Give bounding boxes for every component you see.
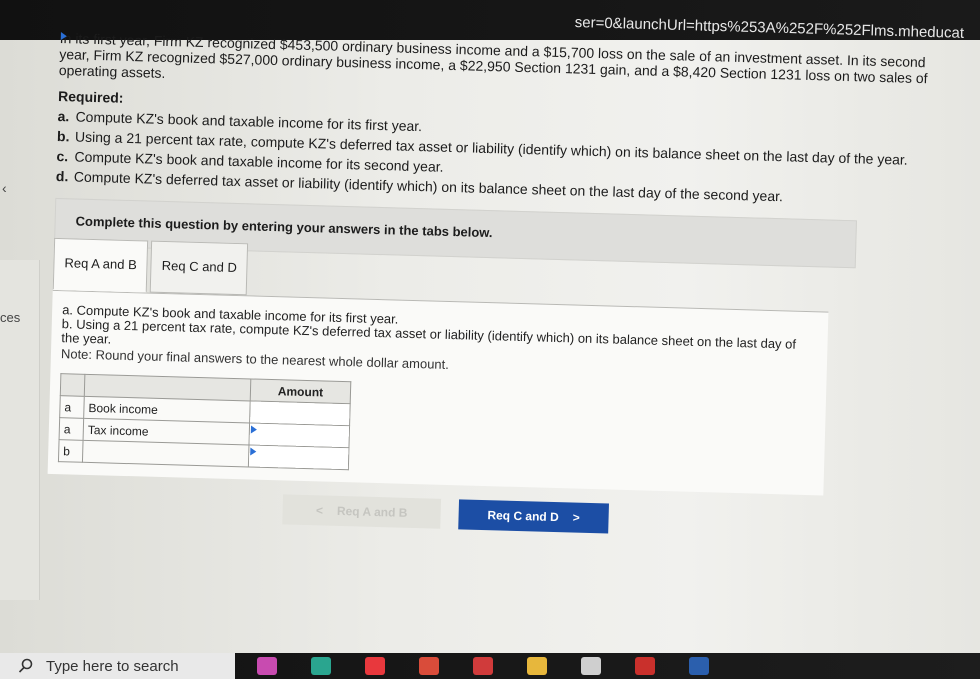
- chevron-left-icon: <: [315, 503, 324, 518]
- next-button-label: Req C and D: [487, 508, 559, 525]
- opera-icon[interactable]: [365, 657, 385, 675]
- file-explorer-icon[interactable]: [527, 657, 547, 675]
- header-amount: Amount: [250, 378, 351, 404]
- left-rail-label: ces: [0, 310, 21, 325]
- header-empty: [60, 373, 85, 397]
- instructions-text: Complete this question by entering your …: [75, 213, 493, 241]
- word-icon[interactable]: [689, 657, 709, 675]
- gmail-icon[interactable]: [473, 657, 493, 675]
- requirement-key: b.: [56, 127, 70, 145]
- next-button[interactable]: Req C and D >: [458, 499, 609, 534]
- flowers-icon[interactable]: [257, 657, 277, 675]
- requirement-key: d.: [55, 167, 69, 185]
- chevron-left-icon[interactable]: ‹: [2, 180, 7, 196]
- dropdown-flag-icon: [250, 447, 257, 456]
- acrobat-icon[interactable]: [635, 657, 655, 675]
- row-letter: a: [59, 395, 85, 419]
- url-text: ser=0&launchUrl=https%253A%252F%252Flms.…: [574, 14, 965, 40]
- search-icon: [18, 658, 33, 673]
- tab-req-a-and-b[interactable]: Req A and B: [52, 237, 149, 293]
- chrome-icon[interactable]: [419, 657, 439, 675]
- amount-input-book-income[interactable]: [249, 400, 351, 426]
- answer-table: Amount a Book income a Tax income b: [58, 32, 351, 470]
- row-letter: b: [58, 439, 84, 463]
- prev-button[interactable]: < Req A and B: [282, 494, 442, 529]
- nav-row: < Req A and B Req C and D >: [282, 494, 947, 543]
- requirement-key: a.: [57, 107, 70, 125]
- deferred-tax-select[interactable]: [60, 32, 249, 467]
- taskbar-icons: [235, 657, 709, 675]
- tab-panel: a. Compute KZ's book and taxable income …: [47, 32, 829, 496]
- amount-input-deferred-tax[interactable]: [248, 444, 349, 470]
- dropdown-flag-icon: [60, 32, 67, 41]
- amount-input-tax-income[interactable]: [248, 422, 350, 448]
- windows-taskbar: Type here to search: [0, 653, 980, 679]
- chevron-right-icon: >: [572, 510, 580, 525]
- question-sheet: In its first year, Firm KZ recognized $4…: [46, 30, 959, 543]
- dropdown-flag-icon: [250, 425, 258, 434]
- tab-req-c-and-d[interactable]: Req C and D: [149, 240, 249, 296]
- prev-button-label: Req A and B: [336, 503, 408, 520]
- taskbar-search-placeholder: Type here to search: [46, 657, 179, 675]
- settings-icon[interactable]: [581, 657, 601, 675]
- edge-icon[interactable]: [311, 657, 331, 675]
- row-letter: a: [59, 417, 84, 441]
- taskbar-search[interactable]: Type here to search: [0, 653, 235, 679]
- requirement-key: c.: [56, 147, 69, 165]
